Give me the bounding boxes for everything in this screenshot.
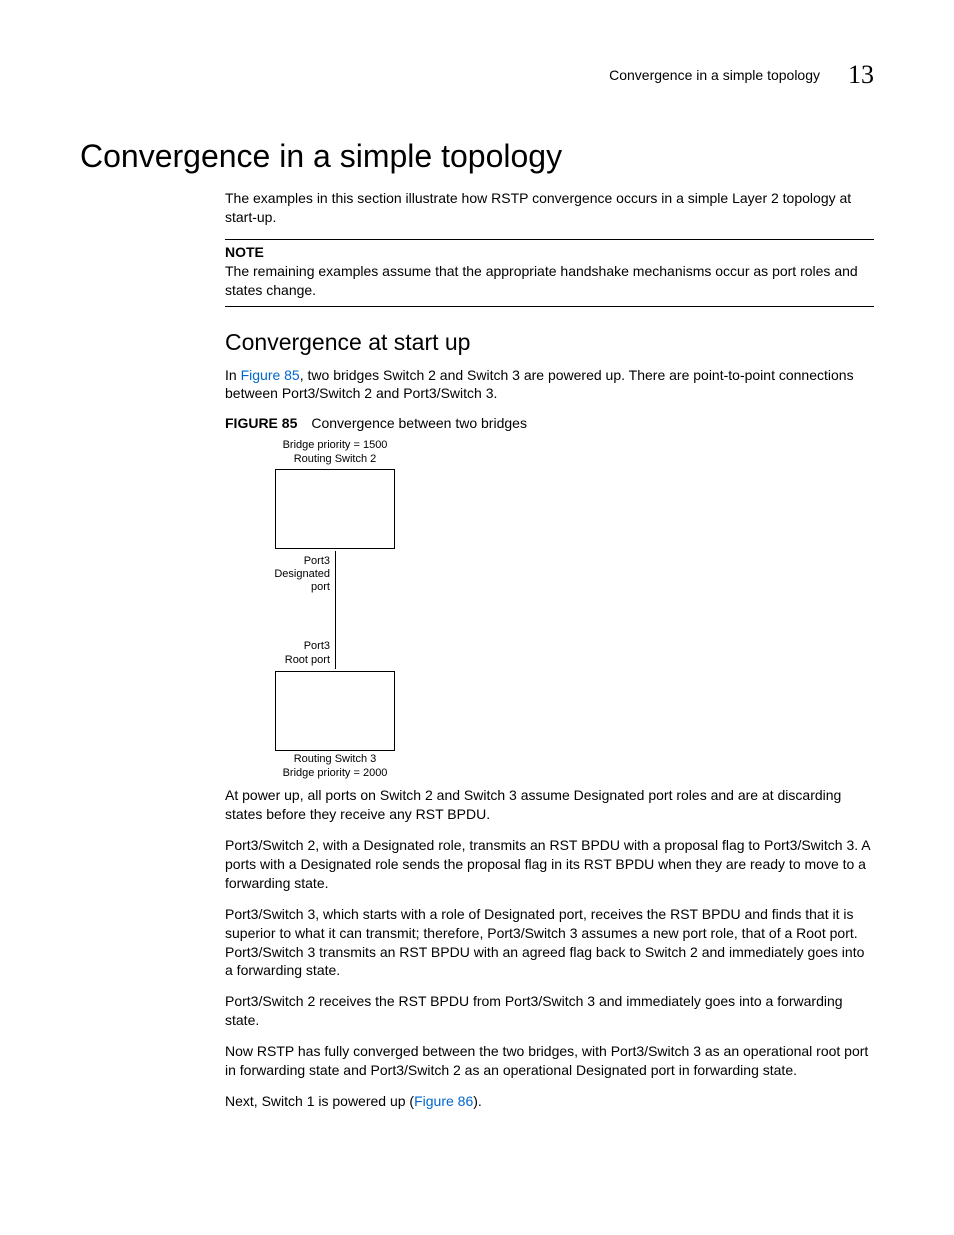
text-run: ). <box>473 1093 482 1109</box>
body-column: The examples in this section illustrate … <box>225 189 874 1111</box>
text-run: Port3 <box>285 640 330 653</box>
fig85-connection-line <box>335 551 336 669</box>
fig85-switch-top: Routing Switch 2 <box>235 453 435 467</box>
fig85-bridge-priority-bottom: Bridge priority = 2000 <box>235 767 435 781</box>
note-block: NOTE The remaining examples assume that … <box>225 239 874 307</box>
figure-title: Convergence between two bridges <box>311 415 527 431</box>
text-run: In <box>225 367 241 383</box>
note-text: The remaining examples assume that the a… <box>225 262 874 300</box>
crossref-figure-85[interactable]: Figure 85 <box>241 367 300 383</box>
text-run: Next, Switch 1 is powered up ( <box>225 1093 414 1109</box>
figure-85-diagram: Bridge priority = 1500 Routing Switch 2 … <box>235 439 435 780</box>
crossref-figure-86[interactable]: Figure 86 <box>414 1093 473 1109</box>
text-run: Root port <box>285 654 330 667</box>
paragraph: Now RSTP has fully converged between the… <box>225 1042 874 1080</box>
text-run: Port3 <box>274 555 330 568</box>
section-heading: Convergence in a simple topology <box>80 138 874 175</box>
running-header: Convergence in a simple topology 13 <box>80 60 874 90</box>
fig85-bridge-priority-top: Bridge priority = 1500 <box>235 439 435 453</box>
text-run: Designated <box>274 568 330 581</box>
page: Convergence in a simple topology 13 Conv… <box>0 0 954 1235</box>
text-run: , two bridges Switch 2 and Switch 3 are … <box>225 367 854 402</box>
fig85-top-label: Bridge priority = 1500 Routing Switch 2 <box>235 439 435 467</box>
paragraph-lead: In Figure 85, two bridges Switch 2 and S… <box>225 366 874 404</box>
fig85-port-label-top: Port3 Designated port <box>274 555 330 595</box>
fig85-box-bottom <box>275 671 395 751</box>
figure-caption: FIGURE 85 Convergence between two bridges <box>225 415 874 431</box>
note-label: NOTE <box>225 244 874 260</box>
paragraph-last: Next, Switch 1 is powered up (Figure 86)… <box>225 1092 874 1111</box>
fig85-switch-bottom: Routing Switch 3 <box>235 753 435 767</box>
chapter-number: 13 <box>848 60 874 90</box>
paragraph: At power up, all ports on Switch 2 and S… <box>225 786 874 824</box>
fig85-box-top <box>275 469 395 549</box>
running-title: Convergence in a simple topology <box>609 67 820 83</box>
intro-paragraph: The examples in this section illustrate … <box>225 189 874 227</box>
paragraph: Port3/Switch 2 receives the RST BPDU fro… <box>225 992 874 1030</box>
fig85-link: Port3 Designated port Port3 Root port <box>276 551 394 669</box>
paragraph: Port3/Switch 3, which starts with a role… <box>225 905 874 981</box>
text-run: port <box>274 581 330 594</box>
fig85-bottom-label: Routing Switch 3 Bridge priority = 2000 <box>235 753 435 781</box>
fig85-port-label-bottom: Port3 Root port <box>285 640 330 666</box>
figure-label: FIGURE 85 <box>225 415 297 431</box>
paragraph: Port3/Switch 2, with a Designated role, … <box>225 836 874 893</box>
subsection-heading: Convergence at start up <box>225 329 874 356</box>
